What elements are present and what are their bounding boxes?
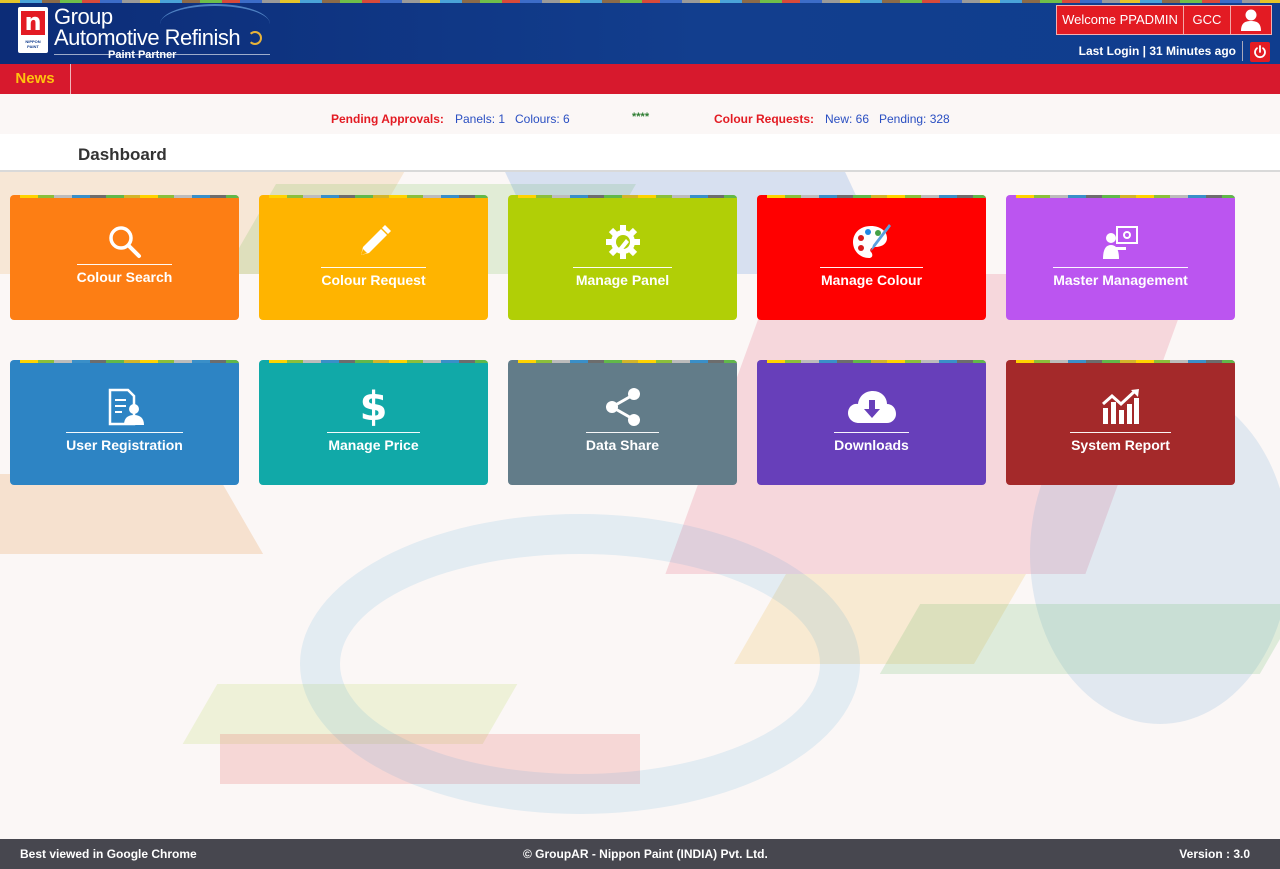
tile-label: Master Management	[1053, 272, 1188, 288]
footer-browser-note: Best viewed in Google Chrome	[20, 847, 197, 861]
colour-requests-pending-link[interactable]: Pending: 328	[879, 112, 950, 126]
tile-label: System Report	[1071, 437, 1170, 453]
share-icon	[508, 386, 737, 428]
tile-system-report[interactable]: System Report	[1006, 360, 1235, 485]
tile-manage-colour[interactable]: Manage Colour	[757, 195, 986, 320]
palette-icon	[757, 221, 986, 263]
tile-color-strip	[20, 195, 239, 198]
search-icon	[10, 221, 239, 263]
gear-wrench-icon	[508, 221, 737, 263]
brand-ring-icon	[248, 31, 262, 45]
tile-colour-request[interactable]: Colour Request	[259, 195, 488, 320]
user-menu: Welcome PPADMIN GCC	[1056, 5, 1272, 35]
tile-manage-price[interactable]: $ Manage Price	[259, 360, 488, 485]
tile-underline	[1070, 432, 1171, 433]
dashboard-header: Dashboard	[0, 134, 1280, 172]
brand-subtitle: Paint Partner	[108, 49, 177, 61]
app-header: n NIPPON PAINT Group Automotive Refinish…	[0, 0, 1280, 64]
last-login-text: Last Login | 31 Minutes ago	[1078, 44, 1236, 58]
tile-user-registration[interactable]: User Registration	[10, 360, 239, 485]
footer-copyright: © GroupAR - Nippon Paint (INDIA) Pvt. Lt…	[523, 847, 768, 861]
news-bar: News	[0, 64, 1280, 94]
pending-panels-link[interactable]: Panels: 1	[455, 112, 505, 126]
tile-label: Downloads	[834, 437, 909, 453]
nippon-paint-logo[interactable]: n NIPPON PAINT	[18, 7, 48, 53]
tile-label: Colour Search	[76, 269, 173, 285]
tile-underline	[321, 267, 426, 268]
user-icon[interactable]	[1231, 6, 1271, 34]
tile-color-strip	[1016, 195, 1235, 198]
colour-requests-label: Colour Requests:	[714, 112, 815, 126]
tile-color-strip	[767, 195, 986, 198]
tile-label: Manage Panel	[575, 272, 670, 288]
tile-label: User Registration	[66, 437, 183, 453]
logo-caption: NIPPON PAINT	[25, 39, 41, 49]
tile-underline	[327, 432, 420, 433]
header-color-strip	[0, 0, 1280, 3]
app-footer: Best viewed in Google Chrome © GroupAR -…	[0, 839, 1280, 869]
chart-report-icon	[1006, 386, 1235, 428]
tile-master-management[interactable]: Master Management	[1006, 195, 1235, 320]
region-selector[interactable]: GCC	[1184, 6, 1231, 34]
tile-data-share[interactable]: Data Share	[508, 360, 737, 485]
tile-color-strip	[518, 360, 737, 363]
dollar-icon: $	[359, 384, 388, 430]
tile-colour-search[interactable]: Colour Search	[10, 195, 239, 320]
welcome-user[interactable]: Welcome PPADMIN	[1057, 6, 1184, 34]
tile-label: Data Share	[585, 437, 660, 453]
pending-separator: ****	[632, 111, 650, 123]
footer-version: Version : 3.0	[1179, 847, 1250, 861]
pending-summary: Pending Approvals: Panels: 1 Colours: 6 …	[0, 94, 1280, 134]
cloud-download-icon	[757, 386, 986, 428]
tile-underline	[77, 264, 172, 265]
tile-color-strip	[269, 360, 488, 363]
tile-label: Manage Price	[328, 437, 419, 453]
tile-underline	[586, 432, 659, 433]
tile-underline	[573, 267, 672, 268]
presenter-gear-icon	[1006, 221, 1235, 263]
tile-color-strip	[767, 360, 986, 363]
tile-underline	[1053, 267, 1188, 268]
tile-underline	[820, 267, 923, 268]
user-document-icon	[10, 386, 239, 428]
colour-requests-new-link[interactable]: New: 66	[825, 112, 869, 126]
tile-color-strip	[1016, 360, 1235, 363]
power-icon[interactable]	[1250, 42, 1270, 62]
pending-approvals-label: Pending Approvals:	[331, 112, 444, 126]
tile-label: Manage Colour	[820, 272, 923, 288]
tile-color-strip	[20, 360, 239, 363]
news-tab[interactable]: News	[0, 64, 71, 94]
tile-manage-panel[interactable]: Manage Panel	[508, 195, 737, 320]
tile-color-strip	[518, 195, 737, 198]
tile-underline	[834, 432, 909, 433]
tile-downloads[interactable]: Downloads	[757, 360, 986, 485]
divider	[1242, 41, 1243, 61]
tile-color-strip	[269, 195, 488, 198]
tile-label: Colour Request	[321, 272, 426, 288]
pending-colours-link[interactable]: Colours: 6	[515, 112, 570, 126]
page-title: Dashboard	[78, 145, 167, 164]
tile-underline	[66, 432, 183, 433]
pencil-icon	[259, 221, 488, 263]
brand-title-line2: Automotive Refinish	[54, 25, 241, 50]
logo-mark: n	[21, 10, 45, 35]
